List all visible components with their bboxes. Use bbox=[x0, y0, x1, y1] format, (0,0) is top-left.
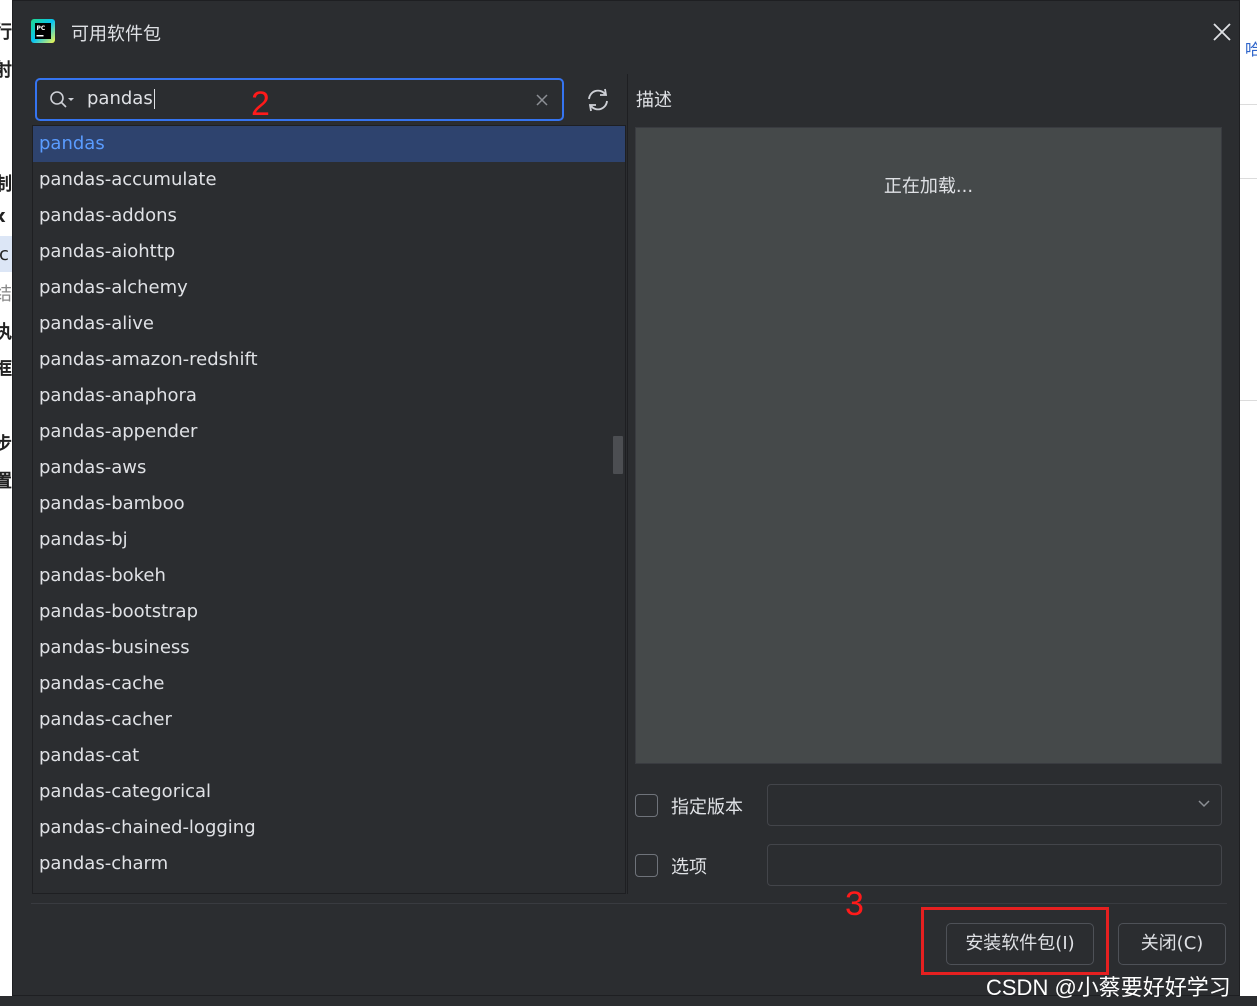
background-right-panel: 哈 bbox=[1240, 0, 1257, 1006]
version-option-row: 指定版本 bbox=[635, 784, 1225, 826]
package-list-item[interactable]: pandas-categorical bbox=[33, 774, 625, 810]
version-select[interactable] bbox=[767, 784, 1222, 826]
package-list-item[interactable]: pandas-bokeh bbox=[33, 558, 625, 594]
annotation-step-2: 2 bbox=[251, 85, 270, 123]
search-icon[interactable] bbox=[49, 90, 77, 110]
footer-divider bbox=[31, 903, 1227, 904]
background-char: x bbox=[0, 206, 6, 227]
package-list-item[interactable]: pandas-charm bbox=[33, 846, 625, 882]
options-row: 选项 bbox=[635, 844, 1225, 886]
options-input[interactable] bbox=[767, 844, 1222, 886]
description-panel: 正在加载... bbox=[635, 127, 1222, 764]
background-char: 射 bbox=[0, 60, 12, 81]
svg-text:PC: PC bbox=[37, 25, 46, 32]
package-list-item[interactable]: pandas-business bbox=[33, 630, 625, 666]
package-list-item[interactable]: pandas bbox=[33, 126, 625, 162]
chevron-down-icon bbox=[1198, 800, 1210, 808]
package-list-item[interactable]: pandas-amazon-redshift bbox=[33, 342, 625, 378]
specify-version-label: 指定版本 bbox=[671, 797, 743, 818]
watermark: CSDN @小蔡要好好学习 bbox=[986, 975, 1231, 1000]
background-divider bbox=[1240, 104, 1257, 105]
loading-text: 正在加载... bbox=[883, 176, 974, 197]
annotation-step-3: 3 bbox=[845, 885, 864, 923]
background-char: 执 bbox=[0, 322, 12, 343]
package-list[interactable]: pandas pandas-accumulate pandas-addons pand… bbox=[32, 125, 626, 894]
background-char: 步 bbox=[0, 434, 12, 455]
options-label: 选项 bbox=[671, 857, 707, 878]
background-char: 哈 bbox=[1245, 40, 1257, 59]
package-list-item[interactable]: pandas-anaphora bbox=[33, 378, 625, 414]
clear-icon[interactable] bbox=[534, 92, 550, 108]
package-list-item[interactable]: pandas-cacher bbox=[33, 702, 625, 738]
package-list-item[interactable]: pandas-alchemy bbox=[33, 270, 625, 306]
package-list-item[interactable]: pandas-appender bbox=[33, 414, 625, 450]
background-divider bbox=[1240, 400, 1257, 401]
package-search-input[interactable]: pandas bbox=[35, 78, 564, 121]
specify-version-checkbox[interactable] bbox=[635, 794, 658, 817]
close-icon[interactable] bbox=[1211, 21, 1233, 43]
background-char: 行 bbox=[0, 22, 12, 43]
install-package-button[interactable]: 安装软件包(I) bbox=[946, 923, 1094, 965]
background-char: 置 bbox=[0, 471, 12, 492]
background-char: ic bbox=[0, 244, 9, 265]
package-list-item[interactable]: pandas-chained-logging bbox=[33, 810, 625, 846]
package-list-item[interactable]: pandas-alive bbox=[33, 306, 625, 342]
background-divider bbox=[1240, 178, 1257, 179]
options-checkbox[interactable] bbox=[635, 854, 658, 877]
package-list-item[interactable]: pandas-cat bbox=[33, 738, 625, 774]
package-list-item[interactable]: pandas-bamboo bbox=[33, 486, 625, 522]
dialog-title: 可用软件包 bbox=[71, 24, 161, 45]
description-label: 描述 bbox=[636, 90, 672, 111]
search-input-text: pandas bbox=[87, 88, 155, 109]
package-list-item[interactable]: pandas-aws bbox=[33, 450, 625, 486]
package-list-item[interactable]: pandas-aiohttp bbox=[33, 234, 625, 270]
background-char: 制 bbox=[0, 174, 12, 195]
close-button[interactable]: 关闭(C) bbox=[1118, 923, 1226, 965]
package-list-item[interactable]: pandas-bootstrap bbox=[33, 594, 625, 630]
package-list-item[interactable]: pandas-bj bbox=[33, 522, 625, 558]
panel-divider bbox=[627, 74, 628, 894]
background-char: 框 bbox=[0, 359, 12, 380]
dialog-titlebar: PC 可用软件包 bbox=[13, 1, 1239, 63]
package-list-item[interactable]: pandas-accumulate bbox=[33, 162, 625, 198]
pycharm-logo-icon: PC bbox=[31, 19, 55, 43]
background-left-panel: 行 射 制 x ic 结 执 框 步 置 bbox=[0, 0, 12, 1006]
package-list-item[interactable]: pandas-cache bbox=[33, 666, 625, 702]
available-packages-dialog: PC 可用软件包 pandas 2 pandas pandas-accumulat… bbox=[12, 0, 1240, 996]
refresh-icon[interactable] bbox=[585, 87, 611, 113]
package-list-item[interactable]: pandas-addons bbox=[33, 198, 625, 234]
background-char: 结 bbox=[0, 284, 12, 305]
